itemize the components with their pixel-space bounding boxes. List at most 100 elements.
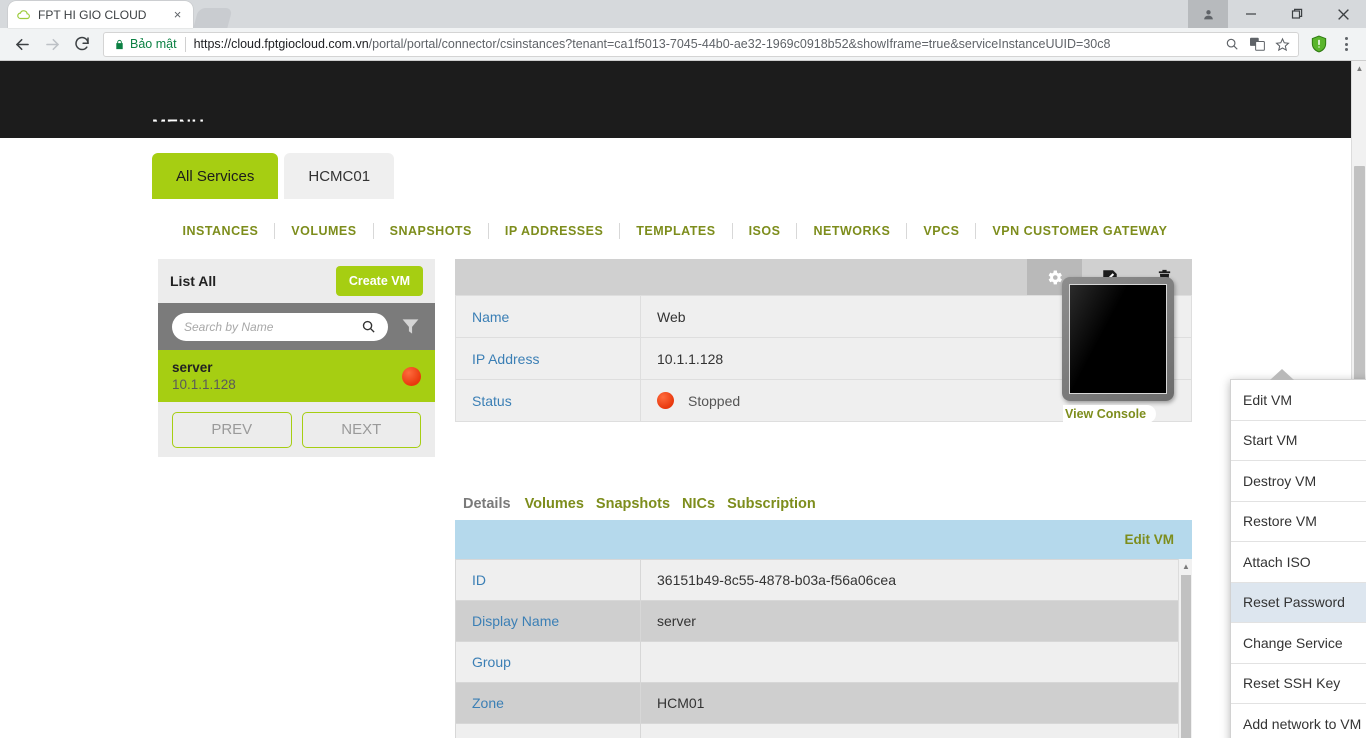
- dropdown-caret-icon: [1270, 369, 1294, 380]
- detail-value-template: CentOS 6.8-64bit 2017Mar-v2: [640, 723, 1192, 738]
- detail-key-id: ID: [455, 559, 641, 601]
- nav-item-instances[interactable]: INSTANCES: [166, 223, 276, 239]
- window-controls: [1188, 0, 1366, 28]
- detail-table-wrap: ID 36151b49-8c55-4878-b03a-f56a06cea Dis…: [455, 559, 1192, 738]
- nav-item-templates[interactable]: TEMPLATES: [620, 223, 733, 239]
- search-input[interactable]: [184, 319, 361, 334]
- lock-icon: [114, 38, 125, 51]
- tab-nics[interactable]: NICs: [676, 489, 721, 520]
- nav-item-ip-addresses[interactable]: IP ADDRESSES: [489, 223, 621, 239]
- menu-item-reset-password[interactable]: Reset Password: [1231, 582, 1366, 623]
- summary-key-ip: IP Address: [455, 337, 641, 380]
- tab-subscription[interactable]: Subscription: [721, 489, 822, 520]
- tab-all-services[interactable]: All Services: [152, 153, 279, 199]
- url-host: https://cloud.fptgiocloud.com.vn: [193, 37, 369, 51]
- detail-action-bar: Edit VM: [455, 520, 1192, 559]
- minimize-button[interactable]: [1228, 0, 1274, 28]
- status-text: Stopped: [688, 392, 741, 409]
- translate-icon[interactable]: [1247, 37, 1267, 51]
- detail-value-id: 36151b49-8c55-4878-b03a-f56a06cea: [640, 559, 1192, 601]
- url-text: https://cloud.fptgiocloud.com.vn/portal/…: [194, 37, 1217, 51]
- profile-icon[interactable]: [1188, 0, 1228, 28]
- tab-strip: FPT HI GIO CLOUD ×: [0, 1, 1188, 28]
- menu-item-restore-vm[interactable]: Restore VM: [1231, 502, 1366, 542]
- menu-item-attach-iso[interactable]: Attach ISO: [1231, 542, 1366, 583]
- omnibox-divider: [184, 36, 186, 52]
- console-screen: [1069, 284, 1167, 394]
- tab-hcmc01[interactable]: HCMC01: [284, 153, 395, 199]
- summary-key-status: Status: [455, 379, 641, 422]
- forward-icon[interactable]: [38, 30, 66, 58]
- extension-shield-icon[interactable]: [1306, 31, 1332, 57]
- tab-snapshots[interactable]: Snapshots: [590, 489, 676, 520]
- search-icon[interactable]: [361, 319, 376, 334]
- edit-vm-link[interactable]: Edit VM: [1125, 532, 1175, 547]
- detail-value-display-name: server: [640, 600, 1192, 642]
- nav-item-vpn-customer-gateway[interactable]: VPN CUSTOMER GATEWAY: [976, 223, 1183, 239]
- browser-toolbar: Bảo mật https://cloud.fptgiocloud.com.vn…: [0, 28, 1366, 61]
- search-magnifier-icon[interactable]: [1222, 37, 1242, 51]
- detail-scroll-thumb[interactable]: [1181, 575, 1191, 738]
- create-vm-button[interactable]: Create VM: [335, 266, 423, 296]
- address-bar[interactable]: Bảo mật https://cloud.fptgiocloud.com.vn…: [103, 31, 1299, 57]
- detail-tab-strip: Details Volumes Snapshots NICs Subscript…: [455, 489, 1192, 520]
- list-search-row: [158, 303, 435, 350]
- vm-detail-panel: Name Web IP Address 10.1.1.128 Status St…: [455, 259, 1366, 738]
- detail-section: Details Volumes Snapshots NICs Subscript…: [455, 489, 1192, 738]
- back-icon[interactable]: [8, 30, 36, 58]
- window-close-button[interactable]: [1320, 0, 1366, 28]
- cloud-favicon: [16, 7, 31, 22]
- console-preview[interactable]: View Console: [1062, 277, 1190, 423]
- menu-item-edit-vm[interactable]: Edit VM: [1231, 380, 1366, 421]
- security-label: Bảo mật: [130, 37, 177, 51]
- table-row: Template CentOS 6.8-64bit 2017Mar-v2: [455, 723, 1192, 738]
- pagination: PREV NEXT: [158, 402, 435, 457]
- bookmark-star-icon[interactable]: [1272, 37, 1292, 52]
- list-title: List All: [170, 273, 217, 289]
- nav-item-snapshots[interactable]: SNAPSHOTS: [374, 223, 489, 239]
- console-frame: [1062, 277, 1174, 401]
- scroll-up-arrow-icon[interactable]: ▲: [1179, 559, 1193, 574]
- reload-icon[interactable]: [68, 30, 96, 58]
- menu-item-start-vm[interactable]: Start VM: [1231, 421, 1366, 461]
- menu-item-reset-ssh-key[interactable]: Reset SSH Key: [1231, 664, 1366, 704]
- view-console-link[interactable]: View Console: [1063, 405, 1157, 423]
- table-row: ID 36151b49-8c55-4878-b03a-f56a06cea: [455, 559, 1192, 601]
- tab-volumes[interactable]: Volumes: [519, 489, 590, 520]
- filter-icon[interactable]: [400, 317, 421, 336]
- maximize-button[interactable]: [1274, 0, 1320, 28]
- next-button[interactable]: NEXT: [301, 411, 421, 448]
- section-nav: INSTANCES VOLUMES SNAPSHOTS IP ADDRESSES…: [135, 199, 1215, 259]
- page-viewport: MENU All Services HCMC01 INSTANCES VOLUM…: [0, 61, 1366, 738]
- browser-tab[interactable]: FPT HI GIO CLOUD ×: [8, 1, 193, 28]
- detail-value-zone: HCM01: [640, 682, 1192, 724]
- table-row: Zone HCM01: [455, 682, 1192, 724]
- body-area: List All Create VM s: [135, 259, 1366, 738]
- prev-button[interactable]: PREV: [172, 411, 292, 448]
- search-box[interactable]: [172, 312, 388, 341]
- new-tab-button[interactable]: [193, 8, 233, 28]
- detail-table-scrollbar[interactable]: ▲: [1178, 559, 1192, 738]
- nav-item-vpcs[interactable]: VPCS: [907, 223, 977, 239]
- menu-item-add-network-to-vm[interactable]: Add network to VM: [1231, 704, 1366, 738]
- site-header-strip: [0, 61, 1351, 138]
- browser-tab-title: FPT HI GIO CLOUD: [38, 7, 147, 22]
- menu-item-change-service[interactable]: Change Service: [1231, 623, 1366, 664]
- detail-key-group: Group: [455, 641, 641, 683]
- detail-key-zone: Zone: [455, 682, 641, 724]
- nav-item-isos[interactable]: ISOS: [733, 223, 798, 239]
- menu-item-destroy-vm[interactable]: Destroy VM: [1231, 461, 1366, 502]
- status-indicator-dot: [402, 366, 421, 386]
- list-item[interactable]: server 10.1.1.128: [158, 350, 435, 402]
- scroll-up-arrow-icon[interactable]: ▲: [1352, 61, 1366, 76]
- list-header: List All Create VM: [158, 259, 435, 303]
- nav-item-networks[interactable]: NETWORKS: [797, 223, 908, 239]
- vm-actions-dropdown: Edit VM Start VM Destroy VM Restore VM A…: [1230, 369, 1366, 738]
- table-row: Group: [455, 641, 1192, 683]
- nav-item-volumes[interactable]: VOLUMES: [275, 223, 374, 239]
- browser-menu-icon[interactable]: [1334, 30, 1358, 58]
- tab-details[interactable]: Details: [455, 489, 519, 520]
- vm-list-panel: List All Create VM s: [158, 259, 435, 457]
- vm-detail-table: ID 36151b49-8c55-4878-b03a-f56a06cea Dis…: [455, 559, 1192, 738]
- close-icon[interactable]: ×: [170, 7, 185, 22]
